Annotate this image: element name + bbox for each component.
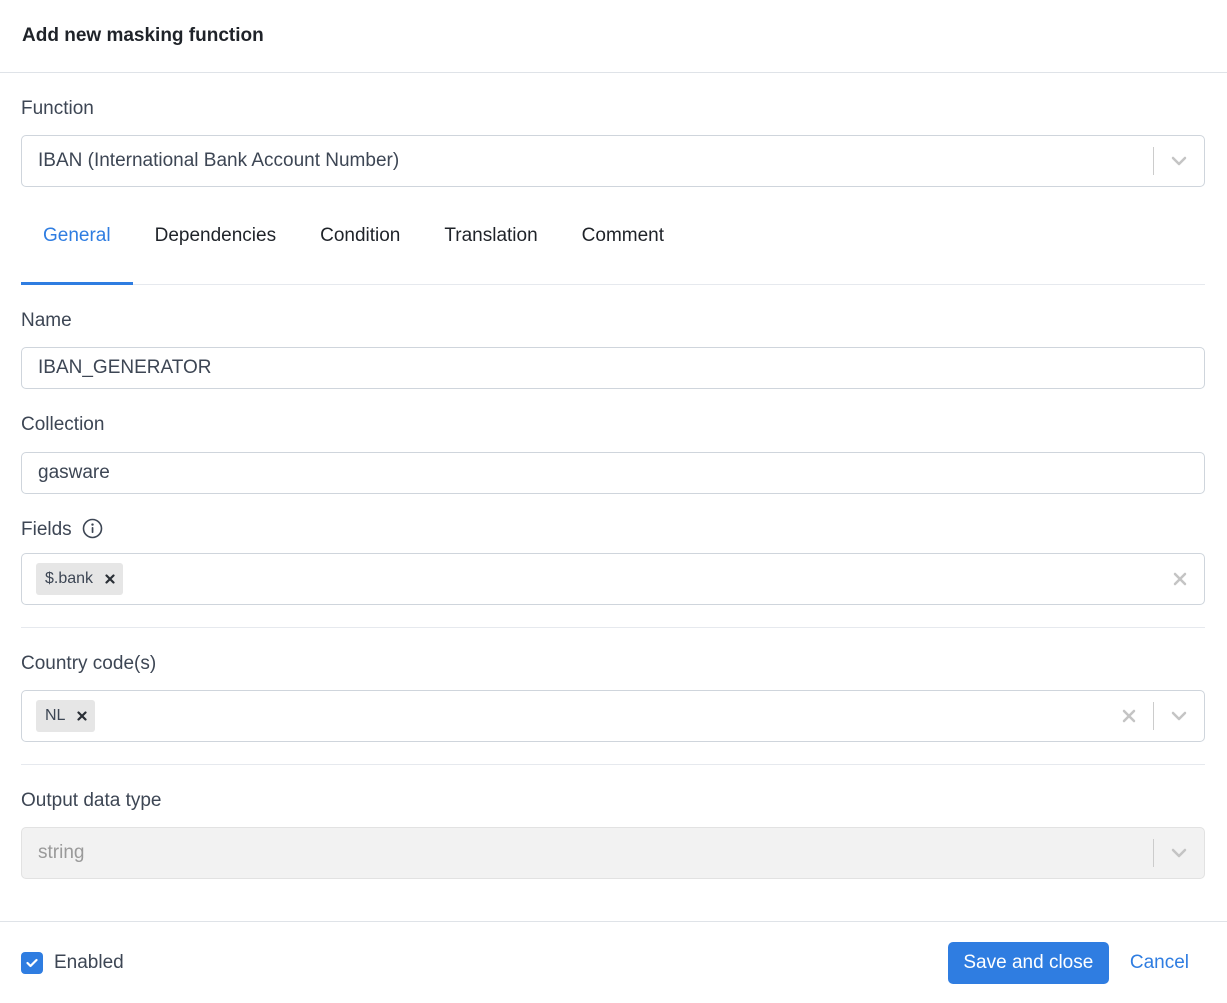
country-codes-multiselect[interactable]: NL <box>21 690 1205 742</box>
field-chip: $.bank <box>36 563 124 595</box>
section-divider <box>21 627 1205 628</box>
collection-input-value: gasware <box>38 462 110 483</box>
output-data-type-select: string <box>21 827 1205 879</box>
fields-label: Fields <box>21 519 1205 541</box>
output-data-type-value: string <box>38 842 85 863</box>
chevron-down-icon <box>1154 828 1204 878</box>
add-masking-function-dialog: Add new masking function Function IBAN (… <box>0 0 1227 1003</box>
tab-comment[interactable]: Comment <box>560 187 686 284</box>
chip-remove-icon[interactable] <box>77 711 88 721</box>
chevron-down-icon[interactable] <box>1154 136 1204 186</box>
clear-icon[interactable] <box>1156 554 1204 604</box>
dialog-header: Add new masking function <box>0 0 1227 73</box>
chevron-down-icon[interactable] <box>1154 691 1204 741</box>
enabled-label[interactable]: Enabled <box>54 952 124 974</box>
fields-multiselect[interactable]: $.bank <box>21 553 1205 605</box>
country-chip-label: NL <box>45 707 66 724</box>
function-select[interactable]: IBAN (International Bank Account Number) <box>21 135 1205 187</box>
function-select-value: IBAN (International Bank Account Number) <box>38 150 400 171</box>
enabled-checkbox[interactable] <box>21 951 43 974</box>
name-input-value: IBAN_GENERATOR <box>38 357 212 378</box>
name-label: Name <box>21 310 72 331</box>
tab-bar: General Dependencies Condition Translati… <box>21 187 1205 285</box>
function-label: Function <box>21 98 94 119</box>
check-icon <box>26 958 38 967</box>
name-input[interactable]: IBAN_GENERATOR <box>21 347 1205 389</box>
output-data-type-label: Output data type <box>21 790 162 811</box>
save-and-close-button[interactable]: Save and close <box>947 941 1109 984</box>
chip-remove-icon[interactable] <box>105 574 115 584</box>
dialog-title: Add new masking function <box>22 25 264 46</box>
tab-general[interactable]: General <box>21 187 133 285</box>
dialog-footer: Enabled Save and close Cancel <box>0 921 1227 1003</box>
clear-icon[interactable] <box>1105 691 1153 741</box>
tab-translation[interactable]: Translation <box>422 187 559 284</box>
info-circle-icon[interactable] <box>82 518 103 539</box>
section-divider <box>21 764 1205 765</box>
tab-dependencies[interactable]: Dependencies <box>133 187 298 284</box>
field-chip-label: $.bank <box>45 570 94 587</box>
cancel-button[interactable]: Cancel <box>1130 952 1189 974</box>
collection-input[interactable]: gasware <box>21 452 1205 494</box>
country-chip: NL <box>36 700 96 732</box>
tab-condition[interactable]: Condition <box>298 187 422 284</box>
collection-label: Collection <box>21 414 105 435</box>
dialog-body: Function IBAN (International Bank Accoun… <box>0 98 1227 879</box>
country-codes-label: Country code(s) <box>21 653 157 674</box>
fields-label-text: Fields <box>21 519 72 540</box>
